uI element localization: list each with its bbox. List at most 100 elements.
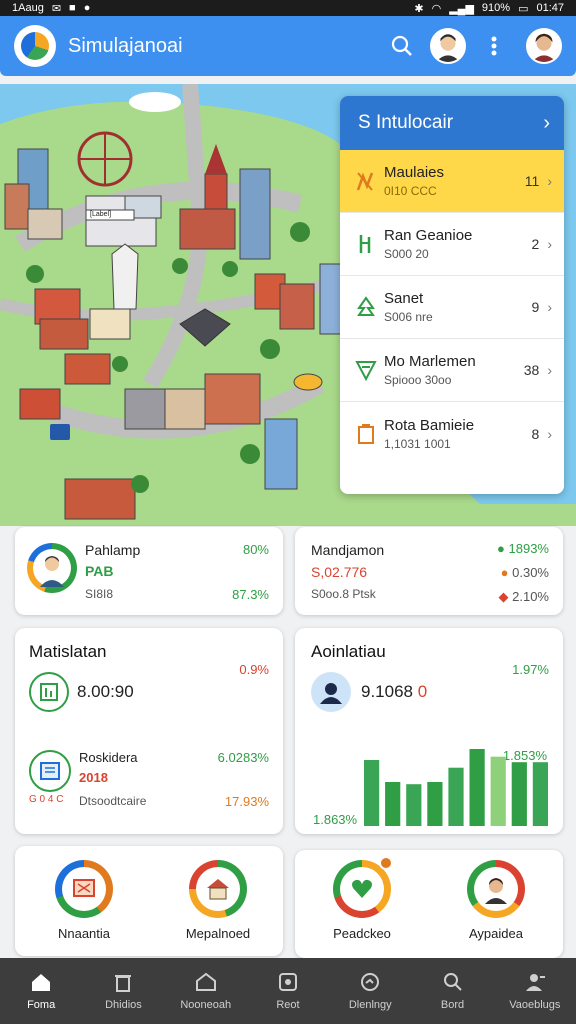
more-vert-icon xyxy=(491,36,497,56)
panel-item-count: 11 xyxy=(524,173,540,189)
nav-label: Vaoeblugs xyxy=(509,999,561,1011)
card-pct: 80% xyxy=(242,542,269,557)
card-sub: S0oo.8 Ptsk xyxy=(311,587,376,601)
status-dot-green: ● xyxy=(497,541,505,556)
card-pct: 17.93% xyxy=(224,794,269,809)
nav-reot[interactable]: Reot xyxy=(247,958,329,1024)
user-icon xyxy=(525,974,545,991)
trash-icon xyxy=(115,975,132,992)
card-pct: 87.3% xyxy=(232,587,269,602)
summary-card-pahlamp[interactable]: Pahlamp PAB SI8I8 80% 87.3% xyxy=(15,527,283,615)
card-matislatan[interactable]: Matislatan 8.00:90 0.9% Roskidera 2018 G… xyxy=(15,628,283,834)
panel-item-subtitle: Spiooo 30oo xyxy=(384,373,452,387)
shortcut-label: Aypaidea xyxy=(469,926,523,941)
card-title: Aoinlatiau xyxy=(311,642,386,661)
notification-icon: ■ xyxy=(69,2,76,14)
clock: 01:47 xyxy=(536,2,564,14)
panel-item-count: 8 xyxy=(531,425,540,442)
panel-item-subtitle: 1,1031 1001 xyxy=(384,436,451,451)
bar-chart xyxy=(364,749,548,826)
more-menu-button[interactable] xyxy=(476,28,512,64)
chart-bar xyxy=(385,782,401,826)
location-panel: S Intulocair › Maulaies 0I10 CCC 11 › Ra… xyxy=(340,96,564,494)
chart-bar xyxy=(448,767,464,826)
board-icon xyxy=(55,860,113,918)
chart-bar xyxy=(490,756,506,826)
nav-dhidios[interactable]: Dhidios xyxy=(82,958,164,1024)
secondary-avatar[interactable] xyxy=(526,28,562,64)
search-icon xyxy=(391,35,412,56)
chevron-right-icon: › xyxy=(547,236,552,252)
shortcut-label: Mepalnoed xyxy=(185,926,251,941)
panel-item-count: 38 xyxy=(523,362,540,378)
panel-item-ran-geanioe[interactable]: Ran Geanioe S000 20 2 › xyxy=(340,213,564,276)
card-sub: SI8I8 xyxy=(85,587,114,601)
chart-bar xyxy=(364,760,380,826)
stat-value: 2.10% xyxy=(512,589,549,604)
card-row-title: Roskidera xyxy=(79,750,138,765)
panel-header[interactable]: S Intulocair › xyxy=(340,96,564,150)
nav-bord[interactable]: Bord xyxy=(411,958,493,1024)
panel-item-sanet[interactable]: Sanet S006 nre 9 › xyxy=(340,276,564,339)
nav-label: Nooneoah xyxy=(180,999,232,1011)
triangle-flag-icon xyxy=(352,359,380,381)
profile-avatar[interactable] xyxy=(430,28,466,64)
card-value: PAB xyxy=(85,563,114,579)
card-pct: 0.9% xyxy=(239,662,269,677)
card-pct: 1.97% xyxy=(512,662,549,677)
card-row-sub: Dtsoodtcaire xyxy=(79,794,147,808)
card-title: Pahlamp xyxy=(85,542,141,558)
status-bar: 1Aaug ✉ ■ ● ✱ ◠ ▂▄▆ 910% ▭ 01:47 xyxy=(0,0,576,16)
shortcut-item[interactable]: Aypaidea xyxy=(451,860,541,941)
panel-item-title: Maulaies xyxy=(384,164,445,181)
nav-nooneoah[interactable]: Nooneoah xyxy=(165,958,247,1024)
battery-text: 910% xyxy=(481,2,511,14)
card-value: S,02.776 xyxy=(311,564,368,580)
shortcut-item[interactable]: Mepalnoed xyxy=(173,860,263,941)
app-logo[interactable] xyxy=(14,25,56,67)
card-title: Matislatan xyxy=(29,642,107,661)
shortcut-item[interactable]: Peadckeo xyxy=(317,856,407,941)
panel-item-title: Ran Geanioe xyxy=(384,227,473,244)
panel-item-count: 9 xyxy=(531,299,540,315)
heart-icon xyxy=(333,856,393,918)
battery-icon: ▭ xyxy=(518,2,529,15)
app-title: Simulajanoai xyxy=(68,34,183,57)
shortcut-label: Nnaantia xyxy=(57,926,111,941)
summary-card-mandjamon[interactable]: Mandjamon S,02.776 S0oo.8 Ptsk ● 1893% ●… xyxy=(295,527,563,615)
map-building-label: [Label] xyxy=(90,211,112,218)
panel-item-subtitle: S000 20 xyxy=(384,247,429,261)
nav-label: Dhidios xyxy=(105,999,142,1011)
card-value: 9.1068 xyxy=(361,682,413,701)
nav-home[interactable]: Foma xyxy=(0,958,82,1024)
chart-bar xyxy=(532,762,548,826)
bar-chart-icon xyxy=(40,683,58,701)
card-value-suffix: 0 xyxy=(417,682,428,701)
stat-value: 1893% xyxy=(508,541,549,556)
shortcut-card-left: Nnaantia Mepalnoed xyxy=(15,846,283,956)
plant-icon xyxy=(352,233,380,255)
nav-vaoeblugs[interactable]: Vaoeblugs xyxy=(494,958,576,1024)
chevron-right-icon: › xyxy=(547,425,552,442)
notification-dot xyxy=(379,856,393,870)
card-title: Mandjamon xyxy=(311,542,385,558)
nav-label: Dlenlngy xyxy=(348,999,392,1011)
chart-axis-label: 1.863% xyxy=(313,812,358,827)
card-aoinlatiau[interactable]: Aoinlatiau 1.97% 9.1068 0 1.853% 1.863% xyxy=(295,628,563,834)
chart-icon-badge xyxy=(29,672,69,712)
nav-label: Bord xyxy=(440,999,465,1011)
card-row-left: G 0 4 C xyxy=(29,794,64,805)
panel-item-title: Rota Bamieie xyxy=(384,416,475,434)
panel-title: S Intulocair xyxy=(358,112,454,133)
nav-dlenlngy[interactable]: Dlenlngy xyxy=(329,958,411,1024)
shortcut-item[interactable]: Nnaantia xyxy=(39,860,129,941)
stat-value: 0.30% xyxy=(512,565,549,580)
document-icon xyxy=(352,423,380,445)
panel-item-maulaies[interactable]: Maulaies 0I10 CCC 11 › xyxy=(340,150,564,213)
chevron-right-icon: › xyxy=(547,362,552,378)
panel-item-subtitle: S006 nre xyxy=(384,310,433,324)
signal-icon: ▂▄▆ xyxy=(449,2,474,15)
panel-item-mo-marlemen[interactable]: Mo Marlemen Spiooo 30oo 38 › xyxy=(340,339,564,402)
panel-item-rota-bamieie[interactable]: Rota Bamieie 1,1031 1001 8 › xyxy=(340,402,564,465)
search-button[interactable] xyxy=(384,28,420,64)
